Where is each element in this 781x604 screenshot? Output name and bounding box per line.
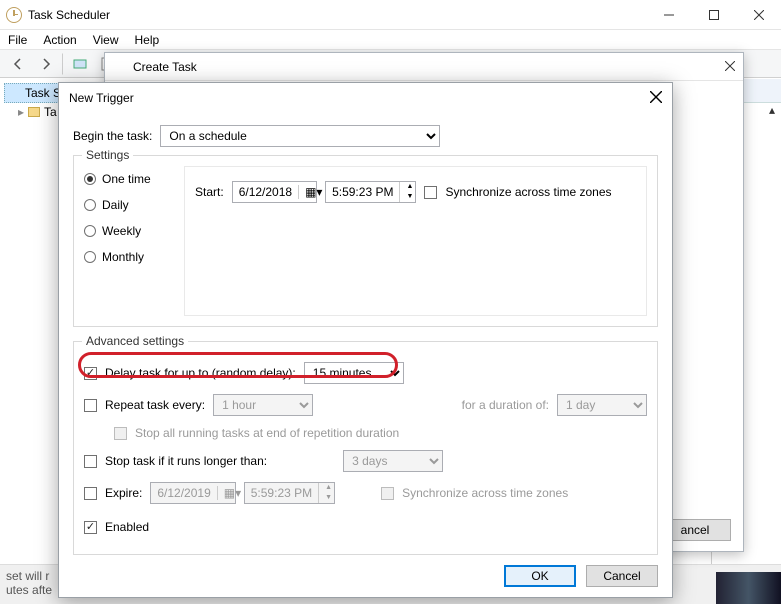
begin-task-select[interactable]: On a schedule <box>160 125 440 147</box>
menu-file[interactable]: File <box>8 33 27 47</box>
cancel-button[interactable]: Cancel <box>586 565 658 587</box>
enabled-checkbox[interactable] <box>84 521 97 534</box>
start-label: Start: <box>195 185 224 199</box>
close-icon[interactable] <box>725 60 735 74</box>
toolbar-icon[interactable] <box>68 53 92 75</box>
toolbar-separator <box>62 53 64 75</box>
folder-icon <box>28 107 40 117</box>
settings-fieldset: Settings One time Daily Weekly Monthly S… <box>73 155 658 327</box>
settings-legend: Settings <box>82 148 133 162</box>
start-date-input[interactable]: 6/12/2018▦▾ <box>232 181 317 203</box>
maximize-button[interactable] <box>691 0 736 29</box>
stop-if-label: Stop task if it runs longer than: <box>105 454 267 468</box>
repeat-label: Repeat task every: <box>105 398 205 412</box>
spin-up-icon[interactable]: ▲ <box>325 483 328 493</box>
dialog-close-icon[interactable] <box>650 91 662 106</box>
sync-tz-label: Synchronize across time zones <box>445 185 611 199</box>
delay-checkbox[interactable] <box>84 367 97 380</box>
clock-icon <box>6 7 22 23</box>
dialog-title: New Trigger <box>69 91 134 105</box>
expire-time-input[interactable]: 5:59:23 PM▲▼ <box>244 482 335 504</box>
stop-if-checkbox[interactable] <box>84 455 97 468</box>
expire-sync-checkbox <box>381 487 394 500</box>
advanced-settings-fieldset: Advanced settings Delay task for up to (… <box>73 341 658 555</box>
spin-down-icon[interactable]: ▼ <box>325 493 328 503</box>
calendar-icon[interactable]: ▦▾ <box>217 486 235 500</box>
repeat-checkbox[interactable] <box>84 399 97 412</box>
radio-daily[interactable]: Daily <box>84 198 174 212</box>
spin-up-icon[interactable]: ▲ <box>406 182 409 192</box>
begin-task-label: Begin the task: <box>73 129 152 143</box>
menubar: File Action View Help <box>0 30 781 50</box>
expire-label: Expire: <box>105 486 142 500</box>
radio-weekly[interactable]: Weekly <box>84 224 174 238</box>
advanced-settings-legend: Advanced settings <box>82 334 188 348</box>
menu-help[interactable]: Help <box>135 33 160 47</box>
radio-one-time[interactable]: One time <box>84 172 174 186</box>
repeat-select[interactable]: 1 hour <box>213 394 313 416</box>
menu-action[interactable]: Action <box>43 33 76 47</box>
duration-select[interactable]: 1 day <box>557 394 647 416</box>
back-button[interactable] <box>6 53 30 75</box>
menu-view[interactable]: View <box>93 33 119 47</box>
forward-button[interactable] <box>34 53 58 75</box>
delay-select[interactable]: 15 minutes <box>304 362 404 384</box>
tree-root-label: Task S <box>25 86 61 100</box>
duration-label: for a duration of: <box>462 398 549 412</box>
new-trigger-dialog: New Trigger Begin the task: On a schedul… <box>58 82 673 598</box>
stop-all-checkbox <box>114 427 127 440</box>
tree-child-label: Ta <box>44 105 57 119</box>
app-title: Task Scheduler <box>28 8 646 22</box>
stop-all-label: Stop all running tasks at end of repetit… <box>135 426 399 440</box>
close-button[interactable] <box>736 0 781 29</box>
expire-date-input[interactable]: 6/12/2019▦▾ <box>150 482 235 504</box>
spin-down-icon[interactable]: ▼ <box>406 192 409 202</box>
create-task-title: Create Task <box>133 60 197 74</box>
clock-icon <box>113 60 127 74</box>
delay-label: Delay task for up to (random delay): <box>105 366 296 380</box>
expire-sync-label: Synchronize across time zones <box>402 486 568 500</box>
thumbnail-strip <box>716 572 781 604</box>
ok-button[interactable]: OK <box>504 565 576 587</box>
sync-tz-checkbox[interactable] <box>424 186 437 199</box>
enabled-label: Enabled <box>105 520 149 534</box>
stop-if-select[interactable]: 3 days <box>343 450 443 472</box>
expire-checkbox[interactable] <box>84 487 97 500</box>
radio-monthly[interactable]: Monthly <box>84 250 174 264</box>
calendar-icon[interactable]: ▦▾ <box>298 185 316 199</box>
start-time-input[interactable]: 5:59:23 PM▲▼ <box>325 181 416 203</box>
minimize-button[interactable] <box>646 0 691 29</box>
clock-icon <box>7 86 21 100</box>
main-titlebar: Task Scheduler <box>0 0 781 30</box>
